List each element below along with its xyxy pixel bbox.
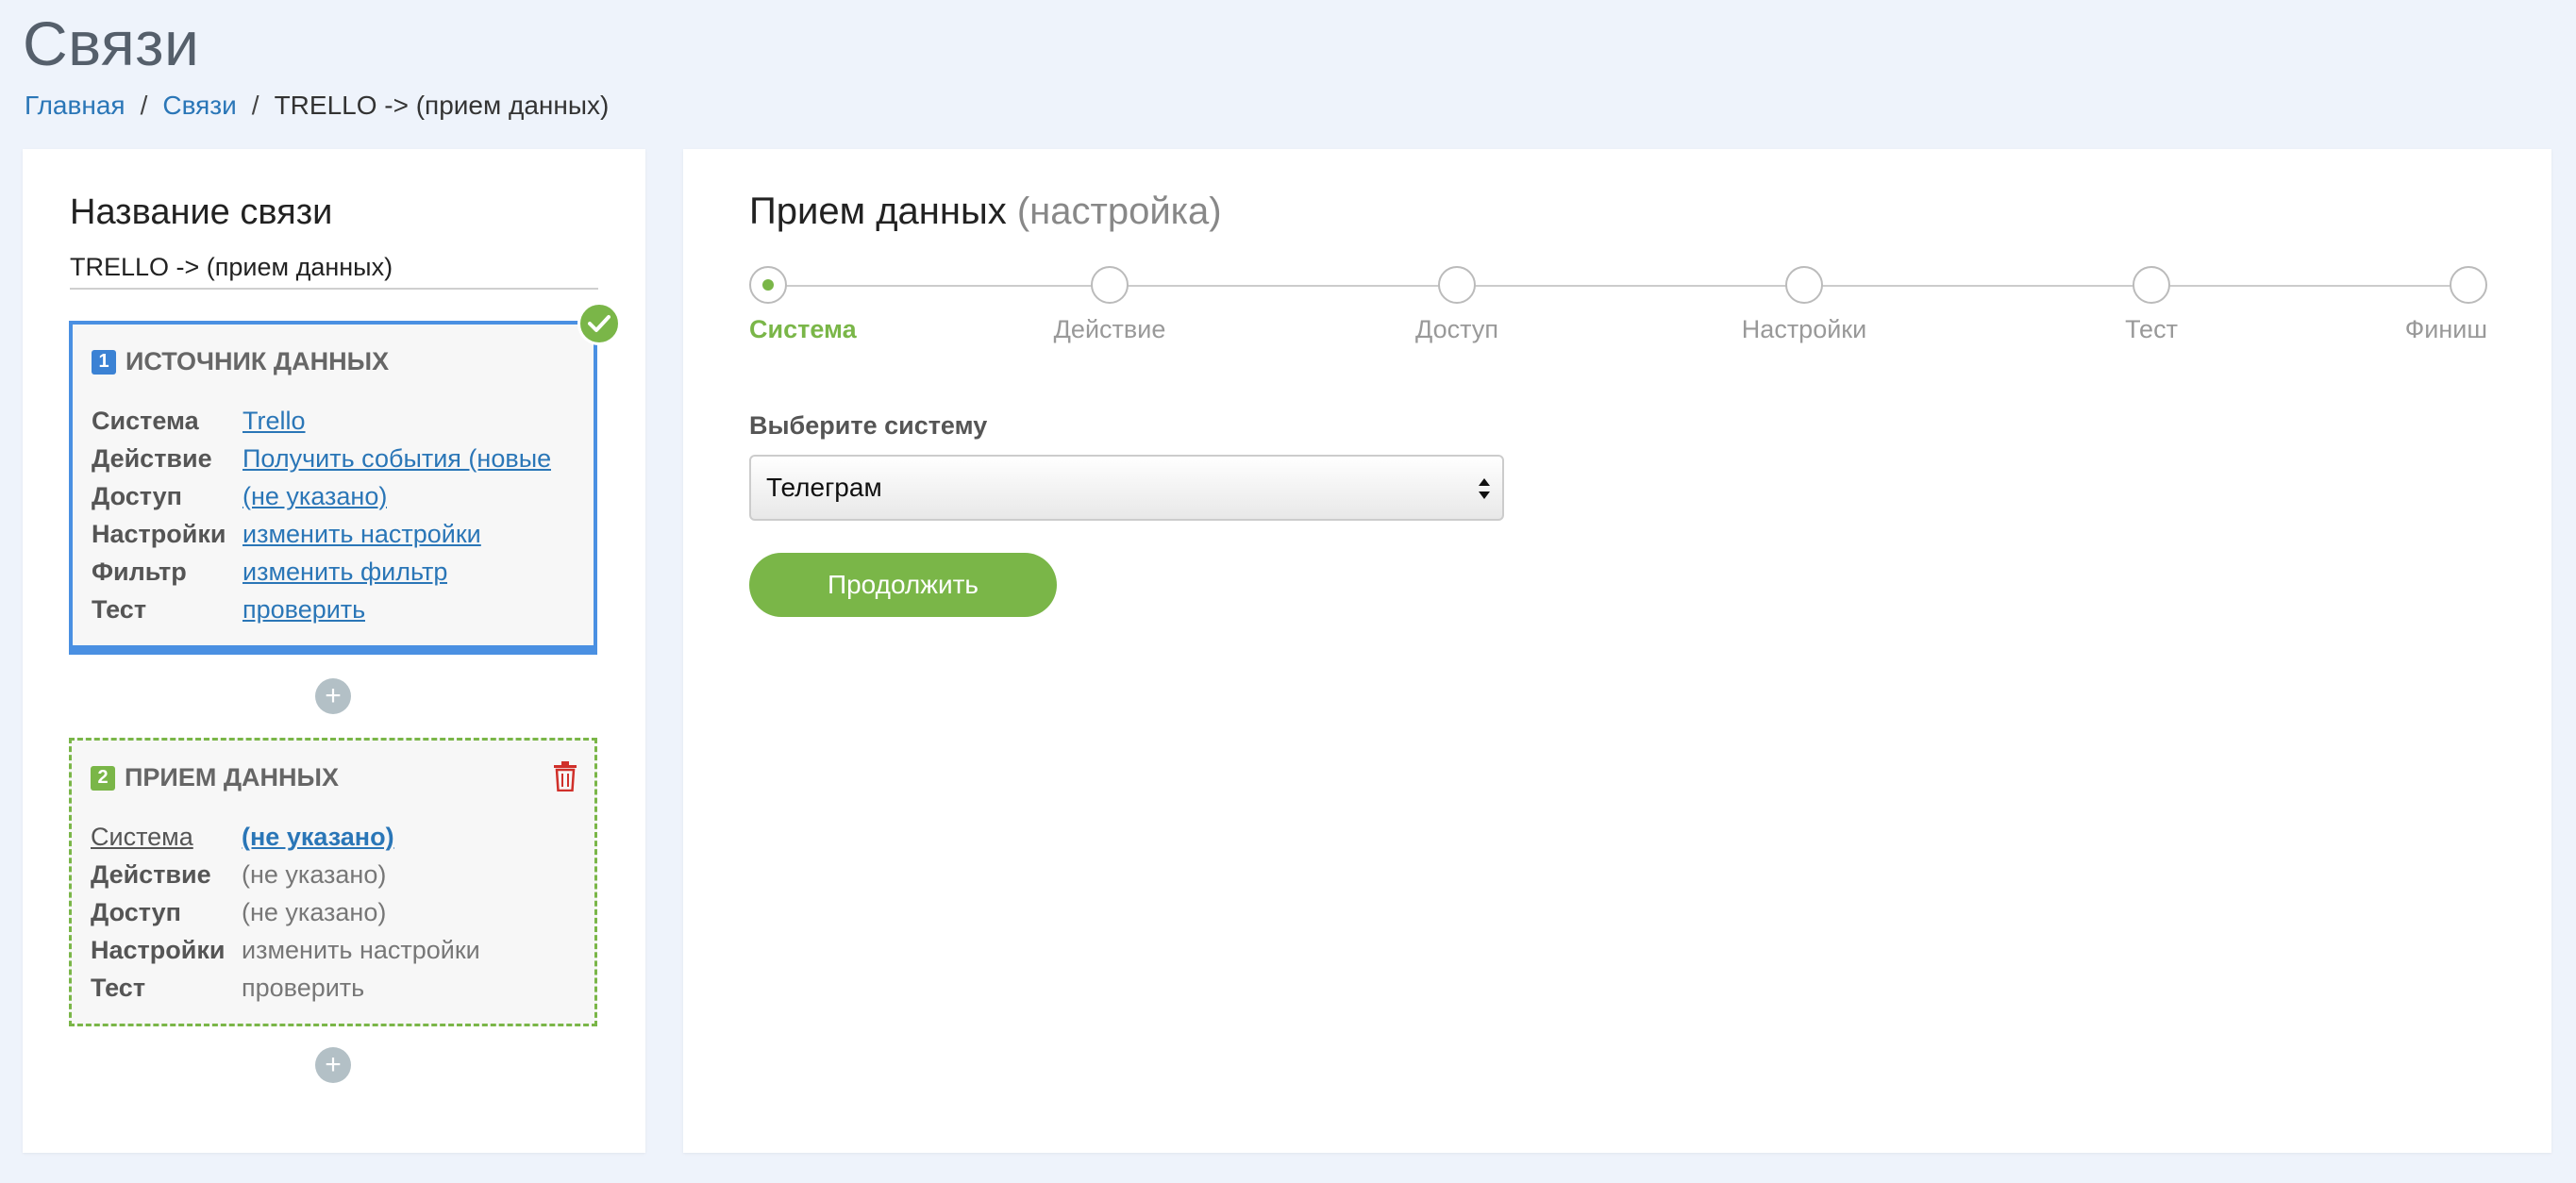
step-circle <box>749 266 787 304</box>
source-row-test: Тест проверить <box>92 591 575 628</box>
add-step-button[interactable]: + <box>315 1047 351 1083</box>
stepper-track <box>768 285 2467 287</box>
row-label: Тест <box>91 973 146 1002</box>
source-access-link[interactable]: (не указано) <box>243 482 387 511</box>
add-step-button[interactable]: + <box>315 678 351 714</box>
step-circle <box>2133 266 2170 304</box>
row-label: Система <box>91 822 193 851</box>
row-label: Фильтр <box>92 557 187 586</box>
breadcrumb-separator: / <box>251 91 259 120</box>
system-select-label: Выберите систему <box>749 411 988 440</box>
source-row-access: Доступ (не указано) <box>92 477 575 515</box>
trash-icon[interactable] <box>553 761 577 791</box>
row-label: Настройки <box>91 935 226 964</box>
source-block-title: ИСТОЧНИК ДАННЫХ <box>125 347 390 375</box>
link-config-panel: Название связи 1 ИСТОЧНИК ДАННЫХ Система… <box>23 149 645 1153</box>
row-label: Доступ <box>92 481 182 510</box>
setup-heading-sub: (настройка) <box>1016 191 1222 232</box>
step-label: Тест <box>2125 315 2178 343</box>
step-label: Система <box>749 315 857 343</box>
step-circle <box>1785 266 1823 304</box>
receiver-block-title: ПРИЕМ ДАННЫХ <box>125 763 339 791</box>
source-settings-link[interactable]: изменить настройки <box>243 520 481 549</box>
source-system-link[interactable]: Trello <box>243 407 306 436</box>
breadcrumb-links-link[interactable]: Связи <box>162 91 236 120</box>
receiver-row-access: Доступ (не указано) <box>91 893 576 931</box>
receiver-row-test: Тест проверить <box>91 969 576 1007</box>
source-number-badge: 1 <box>92 349 116 375</box>
receiver-setup-panel: Прием данных (настройка) Система Действи… <box>683 149 2551 1153</box>
source-test-link[interactable]: проверить <box>243 595 365 625</box>
row-label: Настройки <box>92 519 226 548</box>
source-block-header: 1 ИСТОЧНИК ДАННЫХ <box>92 347 389 376</box>
receiver-settings-value: изменить настройки <box>242 935 480 964</box>
step-label: Действие <box>1053 315 1166 343</box>
source-row-filter: Фильтр изменить фильтр <box>92 553 575 591</box>
check-circle-icon <box>577 302 621 345</box>
step-label: Финиш <box>2404 315 2487 343</box>
system-select[interactable]: Телеграм <box>749 455 1504 521</box>
select-arrows-icon <box>1479 478 1490 499</box>
receiver-access-value: (не указано) <box>242 897 387 926</box>
breadcrumb-separator: / <box>140 91 148 120</box>
receiver-number-badge: 2 <box>91 765 115 791</box>
step-label: Настройки <box>1741 315 1867 343</box>
step-circle <box>1438 266 1476 304</box>
source-block[interactable]: 1 ИСТОЧНИК ДАННЫХ Система Trello Действи… <box>69 321 597 655</box>
source-rows: Система Trello Действие Получить события… <box>92 402 575 628</box>
receiver-action-value: (не указано) <box>242 859 387 889</box>
page-title: Связи <box>23 8 200 78</box>
system-select-value: Телеграм <box>766 473 882 502</box>
step-circle <box>1091 266 1129 304</box>
source-row-system: Система Trello <box>92 402 575 440</box>
receiver-row-settings: Настройки изменить настройки <box>91 931 576 969</box>
row-label: Тест <box>92 594 147 624</box>
receiver-row-action: Действие (не указано) <box>91 856 576 893</box>
source-row-action: Действие Получить события (новые <box>92 440 575 477</box>
row-label: Система <box>92 406 199 435</box>
receiver-block-header: 2 ПРИЕМ ДАННЫХ <box>91 763 339 792</box>
receiver-row-system: Система (не указано) <box>91 818 576 856</box>
source-row-settings: Настройки изменить настройки <box>92 515 575 553</box>
setup-heading: Прием данных (настройка) <box>749 191 1222 233</box>
step-active-dot <box>762 279 774 291</box>
setup-heading-main: Прием данных <box>749 191 1007 232</box>
link-name-heading: Название связи <box>70 192 333 232</box>
setup-stepper: Система Действие Доступ Настройки Тест Ф… <box>749 253 2487 343</box>
step-circle <box>2450 266 2487 304</box>
step-label: Доступ <box>1415 315 1498 343</box>
row-label: Действие <box>91 859 211 889</box>
row-label: Действие <box>92 443 212 473</box>
link-name-input[interactable] <box>70 253 598 290</box>
receiver-block[interactable]: 2 ПРИЕМ ДАННЫХ Система (не указано) Дейс… <box>69 738 597 1026</box>
breadcrumb-home-link[interactable]: Главная <box>25 91 125 120</box>
source-action-link[interactable]: Получить события (новые <box>243 444 551 474</box>
source-filter-link[interactable]: изменить фильтр <box>243 558 447 587</box>
row-label: Доступ <box>91 897 181 926</box>
receiver-rows: Система (не указано) Действие (не указан… <box>91 818 576 1007</box>
receiver-test-value: проверить <box>242 973 365 1002</box>
breadcrumb: Главная / Связи / TRELLO -> (прием данных) <box>25 91 609 121</box>
breadcrumb-current: TRELLO -> (прием данных) <box>274 91 610 120</box>
receiver-system-link[interactable]: (не указано) <box>242 823 394 852</box>
continue-button[interactable]: Продолжить <box>749 553 1057 617</box>
